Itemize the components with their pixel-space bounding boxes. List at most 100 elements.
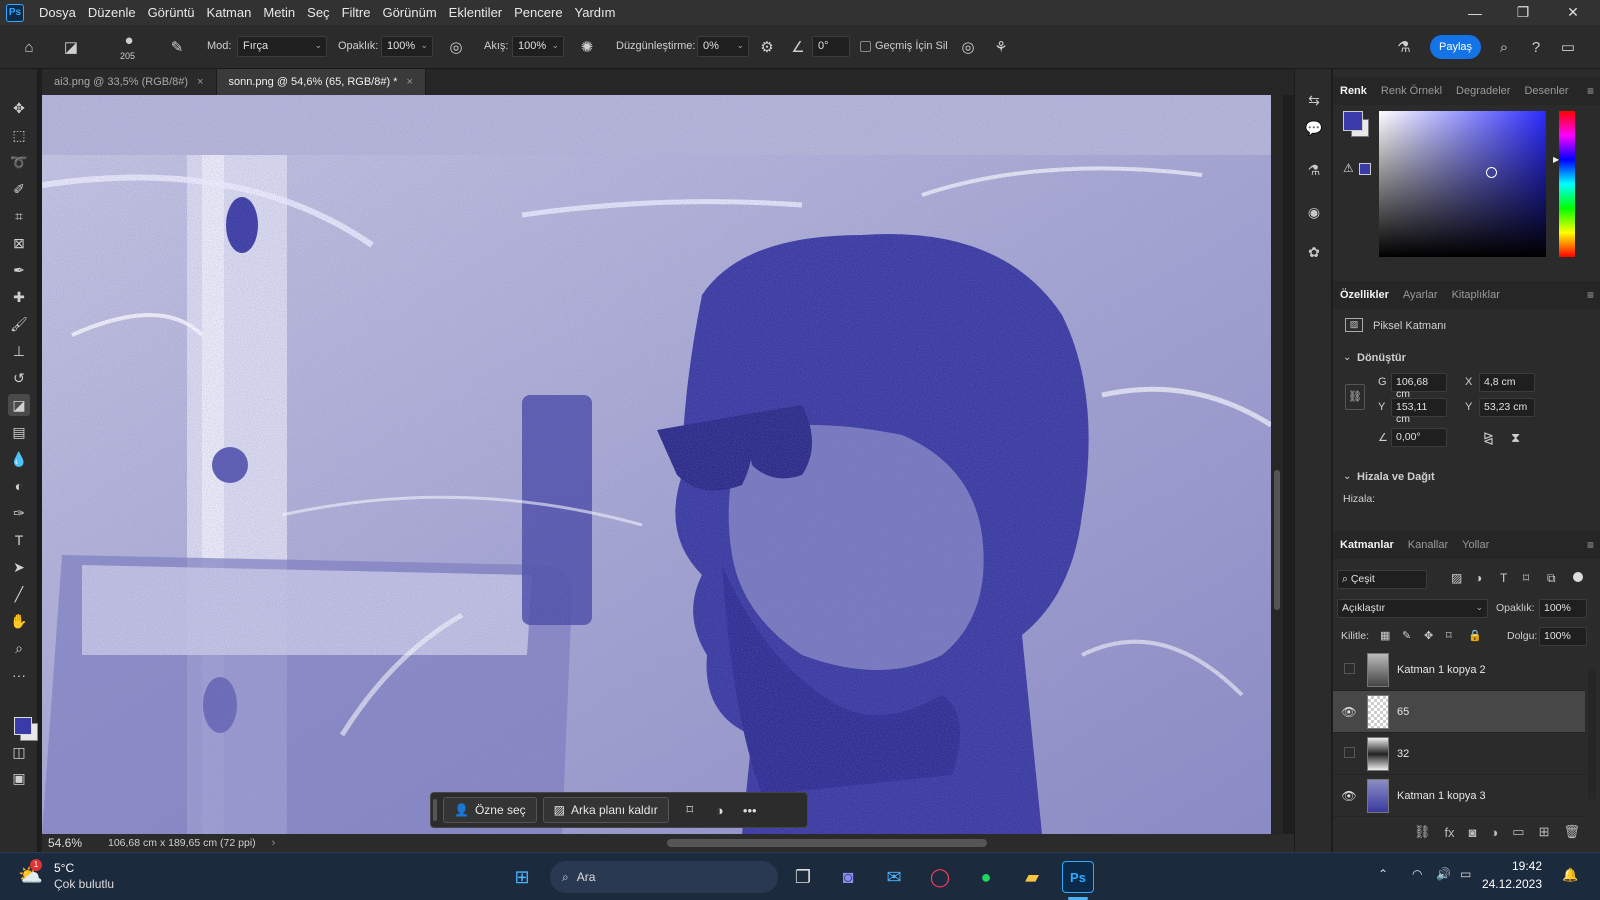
hand-tool-icon[interactable]: ✋	[8, 610, 30, 632]
close-tab-icon[interactable]: ×	[197, 76, 203, 88]
wifi-icon[interactable]: ◠	[1412, 867, 1422, 881]
tab-gradients[interactable]: Degradeler	[1449, 77, 1517, 105]
close-tab-icon[interactable]: ×	[406, 76, 412, 88]
new-group-icon[interactable]: ▭	[1512, 824, 1524, 840]
color-fg-swatch[interactable]	[1343, 111, 1363, 131]
menu-type[interactable]: Metin	[257, 0, 301, 25]
filter-type-icon[interactable]: T	[1500, 571, 1507, 585]
workspace-icon[interactable]: ▭	[1557, 36, 1579, 58]
stamp-tool-icon[interactable]: ⊥	[8, 340, 30, 362]
menu-window[interactable]: Pencere	[508, 0, 568, 25]
adjustments-panel-icon[interactable]: ◉	[1303, 201, 1325, 223]
weather-desc[interactable]: Çok bulutlu	[54, 877, 114, 891]
lock-all-icon[interactable]: 🔒	[1468, 629, 1482, 642]
airbrush-icon[interactable]: ✺	[576, 36, 598, 58]
path-select-tool-icon[interactable]: ➤	[8, 556, 30, 578]
layer-filter-select[interactable]: ⌕ Çeşit	[1337, 570, 1427, 589]
menu-plugins[interactable]: Eklentiler	[443, 0, 508, 25]
lock-position-icon[interactable]: ✥	[1424, 629, 1433, 642]
more-options-button[interactable]: •••	[735, 797, 765, 823]
line-tool-icon[interactable]: ╱	[8, 583, 30, 605]
brush-tool-icon[interactable]: 🖌	[8, 313, 30, 335]
mail-icon[interactable]: ✉	[878, 861, 910, 893]
volume-icon[interactable]: 🔊	[1436, 867, 1451, 881]
filter-shape-icon[interactable]: ⌑	[1523, 571, 1529, 585]
eraser-tool-icon[interactable]: ◪	[8, 394, 30, 416]
filter-pixel-icon[interactable]: ▨	[1451, 571, 1462, 585]
share-button[interactable]: Paylaş	[1430, 35, 1481, 59]
layer-row[interactable]: 👁 65	[1333, 691, 1585, 733]
more-tools-icon[interactable]: ···	[8, 664, 30, 686]
link-layers-icon[interactable]: ⛓	[1414, 824, 1431, 840]
chat-icon[interactable]: ◙	[832, 861, 864, 893]
tab-layers[interactable]: Katmanlar	[1333, 531, 1401, 559]
new-layer-icon[interactable]: ⊞	[1539, 824, 1550, 840]
blend-mode-select[interactable]: Açıklaştır ⌄	[1337, 599, 1488, 618]
lasso-tool-icon[interactable]: ➰	[8, 151, 30, 173]
filter-smart-object-icon[interactable]: ⧉	[1547, 571, 1556, 586]
adjustment-icon[interactable]: ◑	[705, 797, 735, 823]
trash-icon[interactable]: 🗑	[1563, 824, 1580, 840]
pen-tool-icon[interactable]: ✑	[8, 502, 30, 524]
comments-panel-icon[interactable]: 💬	[1303, 117, 1325, 139]
menu-filter[interactable]: Filtre	[336, 0, 377, 25]
lock-artboard-icon[interactable]: ⌑	[1446, 629, 1452, 642]
pressure-size-icon[interactable]: ◎	[957, 36, 979, 58]
menu-select[interactable]: Seç	[301, 0, 335, 25]
history-panel-icon[interactable]: ⇆	[1303, 89, 1325, 111]
panel-menu-icon[interactable]: ≡	[1587, 288, 1594, 302]
type-tool-icon[interactable]: T	[8, 529, 30, 551]
tab-adjustments[interactable]: Ayarlar	[1396, 281, 1445, 309]
close-button[interactable]: ✕	[1550, 0, 1596, 25]
eye-icon[interactable]: 👁	[1337, 789, 1361, 803]
eraser-tool-icon[interactable]: ◪	[60, 36, 82, 58]
menu-edit[interactable]: Düzenle	[82, 0, 142, 25]
brush-settings-icon[interactable]: ✎	[166, 36, 188, 58]
align-section-title[interactable]: Hizala ve Dağıt	[1357, 471, 1435, 483]
layer-row[interactable]: 👁 Katman 1 kopya 3	[1333, 775, 1585, 817]
mode-select[interactable]: Fırça ⌄	[237, 36, 327, 57]
tab-sonn[interactable]: sonn.png @ 54,6% (65, RGB/8#) * ×	[216, 69, 426, 95]
height-field[interactable]: 153,11 cm	[1391, 398, 1447, 425]
eyedropper-tool-icon[interactable]: ✒	[8, 259, 30, 281]
clock-time[interactable]: 19:42	[1486, 859, 1542, 873]
menu-image[interactable]: Görüntü	[142, 0, 201, 25]
lock-transparency-icon[interactable]: ▦	[1380, 629, 1390, 642]
crop-tool-icon[interactable]: ⌗	[8, 205, 30, 227]
vertical-scroll-thumb[interactable]	[1274, 470, 1280, 610]
foreground-color-swatch[interactable]	[14, 717, 32, 735]
filter-adjustment-icon[interactable]: ◑	[1475, 571, 1482, 585]
task-view-icon[interactable]: ❐	[787, 861, 819, 893]
filter-toggle[interactable]	[1573, 572, 1583, 582]
transform-icon[interactable]: ⌑	[675, 797, 705, 823]
new-adjustment-icon[interactable]: ◑	[1490, 825, 1498, 840]
home-icon[interactable]: ⌂	[18, 36, 40, 58]
visibility-off-icon[interactable]	[1337, 746, 1361, 761]
layer-row[interactable]: Katman 1 kopya 2	[1333, 649, 1585, 691]
tab-ai3[interactable]: ai3.png @ 33,5% (RGB/8#) ×	[42, 69, 217, 95]
screen-mode-icon[interactable]: ▣	[8, 767, 30, 789]
panel-menu-icon[interactable]: ≡	[1587, 538, 1594, 552]
width-field[interactable]: 106,68 cm	[1391, 373, 1447, 400]
flask-panel-icon[interactable]: ⚗	[1303, 159, 1325, 181]
eye-icon[interactable]: 👁	[1337, 705, 1361, 719]
layers-scrollbar[interactable]	[1588, 669, 1596, 799]
rotate-angle-field[interactable]: 0,00°	[1391, 428, 1447, 447]
layer-row[interactable]: 32	[1333, 733, 1585, 775]
drag-handle[interactable]	[433, 799, 437, 821]
styles-panel-icon[interactable]: ✿	[1303, 241, 1325, 263]
healing-brush-tool-icon[interactable]: ✚	[8, 286, 30, 308]
fill-field[interactable]: 100%	[1539, 627, 1587, 646]
quick-mask-icon[interactable]: ◫	[8, 741, 30, 763]
menu-layer[interactable]: Katman	[201, 0, 258, 25]
tab-paths[interactable]: Yollar	[1455, 531, 1496, 559]
select-subject-button[interactable]: 👤 Özne seç	[443, 797, 537, 823]
start-button-icon[interactable]: ⊞	[506, 861, 538, 893]
lock-pixels-icon[interactable]: ✎	[1402, 629, 1411, 642]
vertical-scrollbar[interactable]	[1271, 95, 1283, 834]
transform-section-title[interactable]: Dönüştür	[1357, 352, 1406, 364]
add-mask-icon[interactable]: ◙	[1469, 825, 1477, 840]
document-canvas[interactable]	[42, 95, 1271, 834]
pressure-opacity-icon[interactable]: ◎	[445, 36, 467, 58]
restore-button[interactable]: ❐	[1500, 0, 1546, 25]
